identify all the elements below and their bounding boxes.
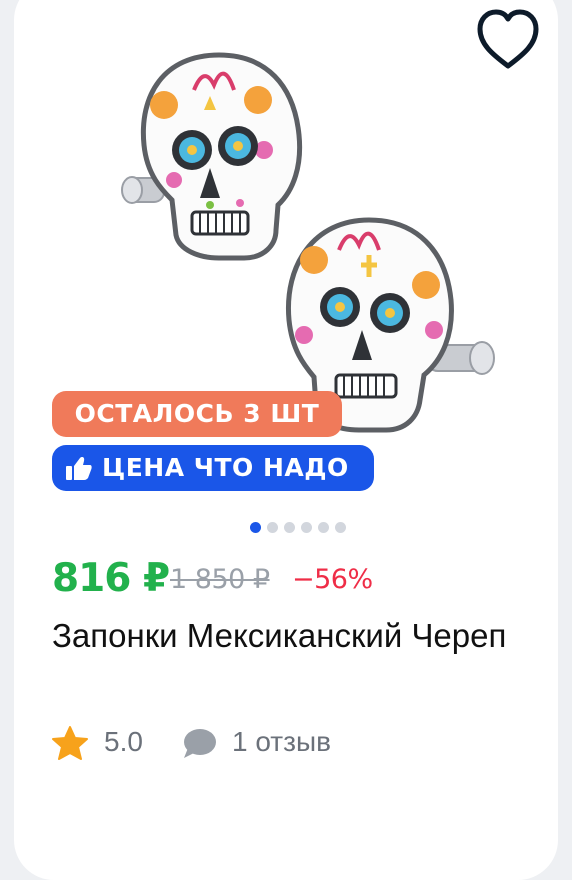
stock-badge-label: ОСТАЛОСЬ 3 ШТ <box>74 399 320 428</box>
pagination-dot[interactable] <box>284 522 295 533</box>
price-badge: ЦЕНА ЧТО НАДО <box>52 445 374 491</box>
old-price: 1 850 ₽ <box>170 564 270 595</box>
pagination-dot[interactable] <box>335 522 346 533</box>
rating-value: 5.0 <box>104 726 143 757</box>
comment-icon <box>184 729 216 758</box>
price-badge-label: ЦЕНА ЧТО НАДО <box>102 453 349 482</box>
product-card[interactable]: ОСТАЛОСЬ 3 ШТ ЦЕНА ЧТО НАДО 816 ₽ 1 850 … <box>14 0 558 880</box>
product-title[interactable]: Запонки Мексиканский Череп <box>52 612 552 660</box>
pagination-dot[interactable] <box>318 522 329 533</box>
pagination-dot[interactable] <box>250 522 261 533</box>
pagination-dot[interactable] <box>267 522 278 533</box>
stock-badge: ОСТАЛОСЬ 3 ШТ <box>52 391 342 437</box>
reviews-count[interactable]: 1 отзыв <box>232 726 331 758</box>
current-price: 816 ₽ <box>52 556 170 601</box>
star-icon <box>52 726 88 760</box>
discount-percent: −56% <box>292 564 373 595</box>
heart-icon[interactable] <box>472 4 544 76</box>
pagination-dot[interactable] <box>301 522 312 533</box>
thumbs-up-icon <box>66 457 92 480</box>
